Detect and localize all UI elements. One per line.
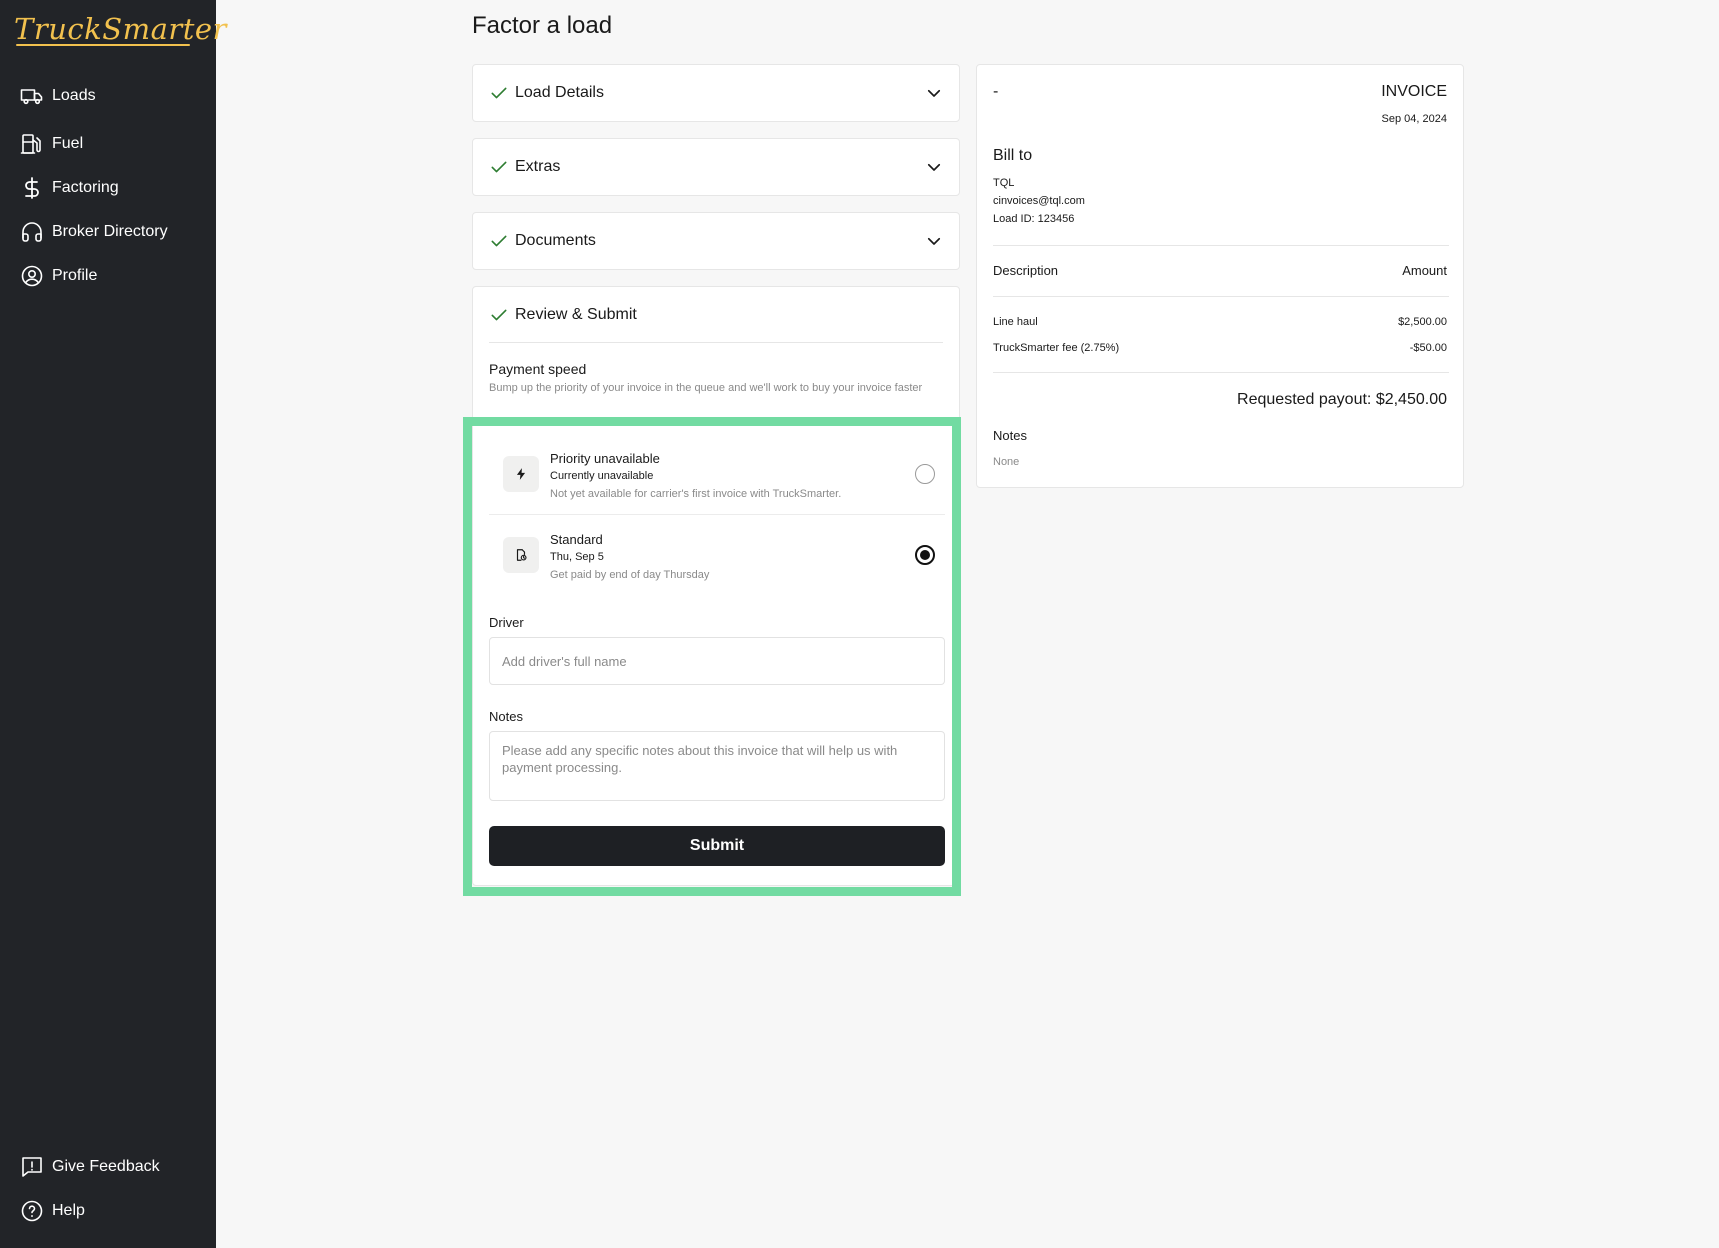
- feedback-icon: [22, 1157, 42, 1177]
- fuel-pump-icon: [20, 134, 41, 154]
- step-review-submit: Review & Submit Payment speed Bump up th…: [472, 286, 960, 886]
- step-header[interactable]: Documents: [473, 213, 959, 269]
- step-title: Review & Submit: [515, 305, 637, 323]
- help-icon: [21, 1200, 43, 1222]
- description-header: Description: [993, 263, 1059, 278]
- payment-speed-label: Payment speed: [489, 361, 587, 377]
- lightning-icon: [516, 468, 526, 480]
- step-header[interactable]: Load Details: [473, 65, 959, 121]
- line-item-description: Line haul: [993, 316, 1038, 328]
- line-item-amount: $2,500.00: [1398, 316, 1447, 328]
- step-header[interactable]: Review & Submit: [489, 287, 943, 343]
- option-note: Not yet available for carrier's first in…: [550, 488, 842, 500]
- payment-option-standard[interactable]: Standard Thu, Sep 5 Get paid by end of d…: [489, 515, 945, 595]
- load-id: Load ID: 123456: [993, 213, 1075, 225]
- sidebar-item-label: Fuel: [52, 135, 84, 152]
- submit-button[interactable]: Submit: [489, 826, 945, 866]
- step-header[interactable]: Extras: [473, 139, 959, 195]
- bill-to-name: TQL: [993, 177, 1015, 189]
- payment-speed-description: Bump up the priority of your invoice in …: [489, 382, 923, 394]
- invoice-preview: - INVOICE Sep 04, 2024 Bill to TQL cinvo…: [976, 64, 1464, 488]
- divider: [993, 245, 1449, 246]
- sidebar-item-label: Give Feedback: [52, 1158, 160, 1175]
- step-documents[interactable]: Documents: [472, 212, 960, 270]
- sidebar-item-label: Factoring: [52, 179, 119, 196]
- dollar-icon: [25, 177, 39, 199]
- notes-textarea[interactable]: [489, 731, 945, 801]
- sidebar-item-label: Loads: [52, 87, 96, 104]
- option-subtitle: Currently unavailable: [550, 470, 654, 482]
- sidebar-item-fuel[interactable]: Fuel: [20, 130, 83, 158]
- check-icon: [491, 309, 507, 320]
- sidebar-item-broker-directory[interactable]: Broker Directory: [20, 218, 168, 246]
- standard-radio[interactable]: [915, 545, 935, 565]
- notes-label: Notes: [489, 709, 523, 724]
- user-circle-icon: [21, 265, 43, 287]
- invoice-date: Sep 04, 2024: [1381, 113, 1447, 125]
- bill-to-label: Bill to: [993, 147, 1033, 164]
- sidebar: TruckSmarter Loads Fuel Factoring Broker…: [0, 0, 226, 1248]
- invoice-number: -: [993, 83, 999, 100]
- sidebar-item-factoring[interactable]: Factoring: [20, 174, 119, 202]
- option-icon-box: [503, 456, 539, 492]
- step-title: Load Details: [515, 84, 604, 101]
- option-note: Get paid by end of day Thursday: [550, 569, 710, 581]
- brand-logo[interactable]: TruckSmarter: [14, 12, 227, 46]
- sidebar-item-give-feedback[interactable]: Give Feedback: [20, 1153, 160, 1181]
- invoice-title: INVOICE: [1381, 83, 1447, 100]
- divider: [993, 372, 1449, 373]
- sidebar-item-help[interactable]: Help: [20, 1197, 85, 1225]
- check-icon: [491, 161, 507, 173]
- chevron-down-icon[interactable]: [925, 158, 943, 176]
- sidebar-item-label: Help: [52, 1202, 85, 1219]
- step-load-details[interactable]: Load Details: [472, 64, 960, 122]
- requested-payout: Requested payout: $2,450.00: [1237, 391, 1447, 408]
- sidebar-item-label: Profile: [52, 267, 98, 284]
- priority-radio[interactable]: [915, 464, 935, 484]
- headset-icon: [22, 222, 42, 242]
- option-title: Standard: [550, 532, 603, 547]
- option-icon-box: [503, 537, 539, 573]
- driver-label: Driver: [489, 615, 524, 630]
- chevron-down-icon[interactable]: [925, 232, 943, 250]
- sidebar-item-profile[interactable]: Profile: [20, 262, 97, 290]
- invoice-notes-label: Notes: [993, 428, 1027, 443]
- check-icon: [491, 87, 507, 99]
- chevron-down-icon[interactable]: [925, 84, 943, 102]
- bill-to-email: cinvoices@tql.com: [993, 195, 1085, 207]
- step-title: Extras: [515, 158, 561, 175]
- logo-underline: [16, 44, 190, 46]
- line-item-description: TruckSmarter fee (2.75%): [993, 342, 1120, 354]
- invoice-notes-value: None: [993, 456, 1020, 468]
- driver-name-input[interactable]: [489, 637, 945, 685]
- page-title: Factor a load: [472, 12, 613, 39]
- document-clock-icon: [516, 549, 527, 561]
- option-title: Priority unavailable: [550, 451, 660, 466]
- step-extras[interactable]: Extras: [472, 138, 960, 196]
- check-icon: [491, 235, 507, 247]
- amount-header: Amount: [1402, 263, 1447, 278]
- step-title: Documents: [515, 232, 596, 249]
- truck-icon: [20, 89, 43, 105]
- divider: [993, 296, 1449, 297]
- option-subtitle: Thu, Sep 5: [550, 551, 604, 563]
- line-item-amount: -$50.00: [1409, 342, 1447, 354]
- sidebar-item-loads[interactable]: Loads: [20, 82, 96, 110]
- sidebar-item-label: Broker Directory: [52, 223, 168, 240]
- payment-option-priority[interactable]: Priority unavailable Currently unavailab…: [489, 434, 945, 514]
